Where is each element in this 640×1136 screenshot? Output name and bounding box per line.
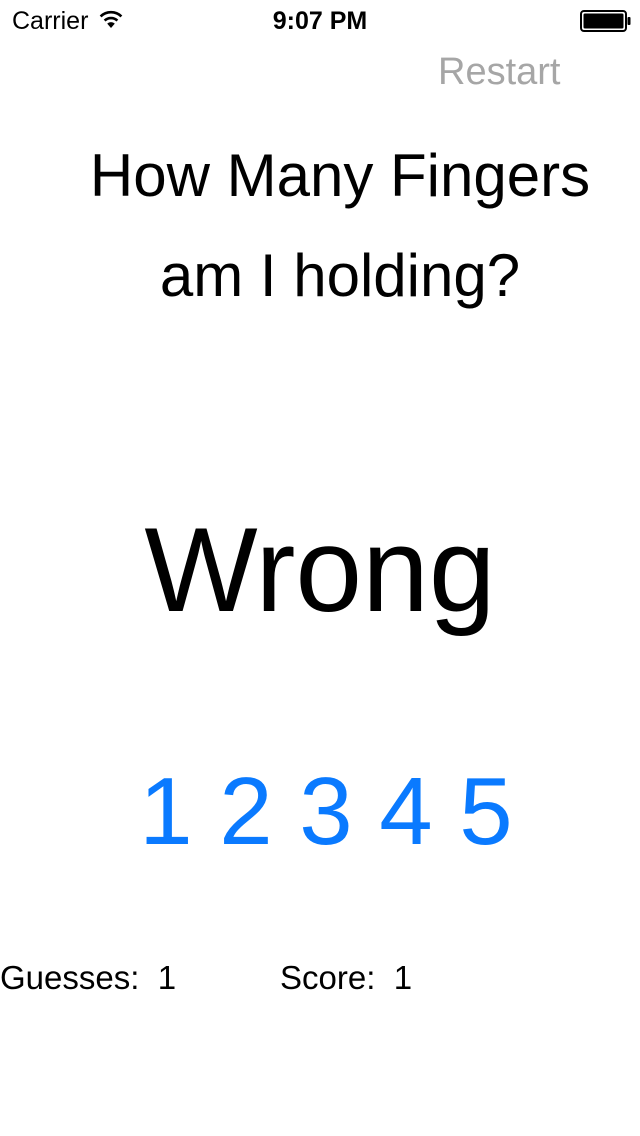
number-button-5[interactable]: 5	[446, 762, 526, 862]
guesses-value: 1	[157, 959, 177, 996]
number-button-1[interactable]: 1	[126, 762, 206, 862]
score-value: 1	[393, 959, 413, 996]
score-counter: Score: 1	[280, 958, 412, 998]
number-button-4[interactable]: 4	[366, 762, 446, 862]
guesses-label: Guesses:	[0, 959, 140, 996]
status-time: 9:07 PM	[272, 7, 368, 35]
page-title: How Many Fingers am I holding?	[20, 126, 640, 326]
status-bar: Carrier 9:07 PM	[0, 0, 640, 40]
battery-icon	[580, 10, 631, 32]
guesses-counter: Guesses: 1	[0, 958, 176, 998]
restart-button[interactable]: Restart	[438, 50, 560, 94]
number-buttons: 1 2 3 4 5	[126, 762, 526, 862]
number-button-3[interactable]: 3	[286, 762, 366, 862]
title-line-2: am I holding?	[159, 242, 521, 309]
result-label: Wrong	[144, 503, 496, 637]
number-button-2[interactable]: 2	[206, 762, 286, 862]
title-line-1: How Many Fingers	[89, 142, 591, 209]
score-label: Score:	[280, 959, 376, 996]
